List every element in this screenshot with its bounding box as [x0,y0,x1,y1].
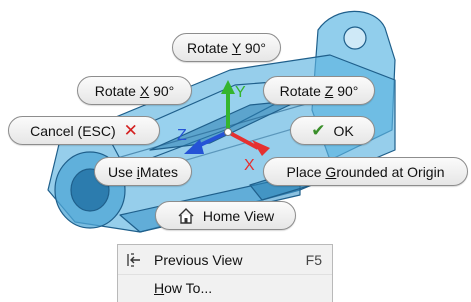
use-imates-button[interactable]: Use iMates [94,157,192,186]
home-view-label: Home View [202,207,275,224]
ok-button[interactable]: ✔ OK [290,116,375,145]
place-grounded-label: Place Grounded at Origin [286,163,445,180]
home-view-button[interactable]: Home View [155,201,296,230]
rotate-z-label: Rotate Z 90° [279,82,359,99]
menu-item-how-to[interactable]: How To... [118,274,332,301]
close-icon: ✕ [123,120,138,140]
rotate-z-button[interactable]: Rotate Z 90° [263,76,375,105]
x-axis-label: X [244,157,255,174]
rotate-y-label: Rotate Y 90° [186,39,267,56]
menu-item-previous-view[interactable]: Previous View F5 [118,247,332,273]
context-menu: Previous View F5 How To... [117,244,333,302]
cancel-label: Cancel (ESC) [30,122,116,139]
rotate-x-label: Rotate X 90° [94,82,175,99]
z-axis-label: Z [177,127,187,144]
previous-view-shortcut: F5 [305,252,322,268]
rotate-y-button[interactable]: Rotate Y 90° [172,33,281,62]
checkmark-icon: ✔ [311,120,326,140]
place-grounded-button[interactable]: Place Grounded at Origin [263,157,468,186]
y-axis-label: Y [235,84,246,101]
use-imates-label: Use iMates [107,163,179,180]
cancel-button[interactable]: Cancel (ESC) ✕ [8,116,160,145]
ok-label: OK [333,122,354,139]
previous-view-icon [127,253,140,267]
home-icon [178,207,194,224]
previous-view-label: Previous View [154,252,243,268]
rotate-x-button[interactable]: Rotate X 90° [77,76,192,105]
how-to-label: How To... [154,280,213,296]
triad-origin[interactable] [224,128,232,136]
